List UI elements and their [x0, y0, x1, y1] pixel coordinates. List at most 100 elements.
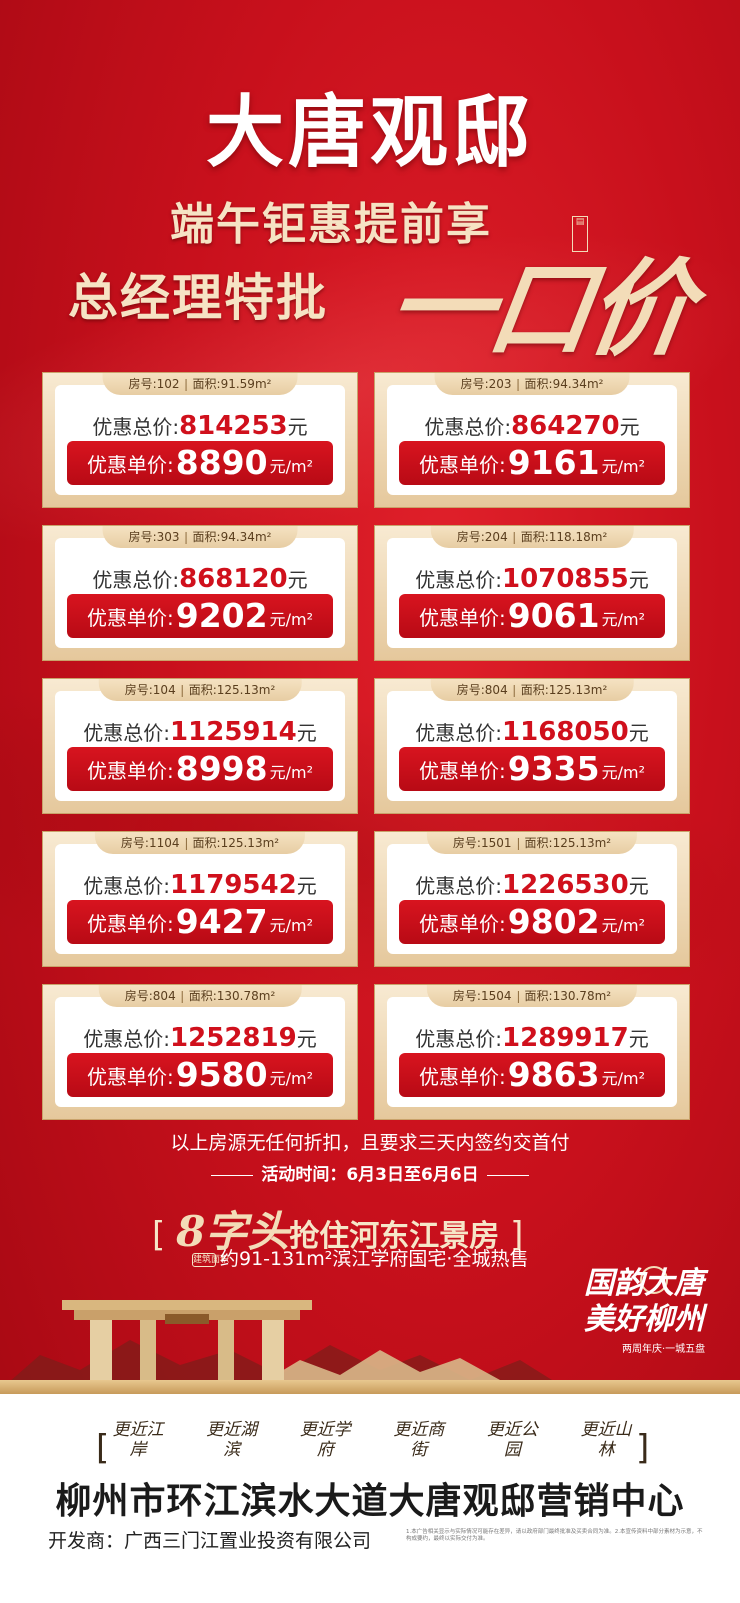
unit-suffix: 元/m² — [601, 916, 645, 935]
area-label: 面积 — [520, 683, 545, 697]
area-unit: m² — [262, 836, 280, 850]
price-card-body: 房号:303 面积:94.34m² 优惠总价:868120元 优惠单价:9202 元/m… — [55, 526, 345, 648]
area-unit: m² — [594, 836, 612, 850]
unit-value: 9580 — [175, 1055, 268, 1094]
total-value: 814253 — [179, 411, 288, 441]
unit-info-tag: 房号:1104 面积:125.13m² — [94, 832, 306, 854]
unit-suffix: 元/m² — [601, 1069, 645, 1088]
unit-label: 优惠单价: — [418, 606, 506, 630]
total-price: 优惠总价:1289917元 — [387, 1023, 677, 1053]
room-label: 房号 — [124, 683, 149, 697]
total-value: 868120 — [179, 564, 288, 594]
total-price: 优惠总价:864270元 — [387, 411, 677, 441]
price-card: 房号:1104 面积:125.13m² 优惠总价:1179542元 优惠单价:9427… — [42, 831, 358, 967]
total-label: 优惠总价: — [424, 415, 512, 439]
total-unit: 元 — [619, 415, 640, 439]
unit-info-tag: 房号:102 面积:91.59m² — [102, 373, 298, 395]
tag-separator — [513, 531, 515, 544]
area-label: 面积 — [524, 377, 549, 391]
area-label: 面积 — [520, 530, 545, 544]
room-label: 房号 — [128, 530, 153, 544]
developer: 开发商：广西三门江置业投资有限公司 — [48, 1530, 372, 1552]
feature-list: 更近江岸 更近湖滨 更近学府 更近商街 更近公园 更近山林 — [112, 1420, 632, 1460]
unit-price-bar: 优惠单价:8998 元/m² — [67, 747, 333, 791]
unit-price-bar: 优惠单价:9863 元/m² — [399, 1053, 665, 1097]
unit-price-bar: 优惠单价:9802 元/m² — [399, 900, 665, 944]
subtitle-approval: 总经理特批 — [68, 268, 328, 327]
area-unit: m² — [258, 683, 276, 697]
unit-value: 9802 — [507, 902, 600, 941]
total-label: 优惠总价: — [415, 874, 503, 898]
total-label: 优惠总价: — [83, 874, 171, 898]
total-price: 优惠总价:868120元 — [55, 564, 345, 594]
area-value: 125.13 — [552, 836, 595, 850]
price-card-body: 房号:804 面积:125.13m² 优惠总价:1168050元 优惠单价:9335 元… — [387, 679, 677, 801]
total-price: 优惠总价:1070855元 — [387, 564, 677, 594]
price-card-body: 房号:104 面积:125.13m² 优惠总价:1125914元 优惠单价:8998 元… — [55, 679, 345, 801]
area-value: 130.78 — [216, 989, 259, 1003]
tag-separator — [185, 378, 187, 391]
area-badge: 建筑面积 — [192, 1252, 230, 1267]
unit-info-tag: 房号:1504 面积:130.78m² — [426, 985, 638, 1007]
total-value: 1168050 — [502, 717, 629, 747]
area-label: 面积 — [192, 530, 217, 544]
room-number: 1104 — [148, 836, 180, 850]
unit-label: 优惠单价: — [86, 759, 174, 783]
price-card-body: 房号:1504 面积:130.78m² 优惠总价:1289917元 优惠单价:9863… — [387, 985, 677, 1107]
room-number: 1504 — [480, 989, 512, 1003]
event-time: 活动时间：6月3日至6月6日 — [0, 1160, 740, 1185]
event-time-text: 活动时间：6月3日至6月6日 — [261, 1165, 479, 1185]
calligraphy-line-1: 国韵大唐 — [584, 1266, 704, 1301]
feature-item: 更近江岸 — [112, 1420, 164, 1460]
unit-value: 8998 — [175, 749, 268, 788]
unit-suffix: 元/m² — [269, 763, 313, 782]
brush-headline: 一口价 — [380, 247, 698, 370]
room-number: 104 — [152, 683, 176, 697]
price-card: 房号:102 面积:91.59m² 优惠总价:814253元 优惠单价:8890 元/m… — [42, 372, 358, 508]
total-label: 优惠总价: — [83, 1027, 171, 1051]
unit-info-tag: 房号:203 面积:94.34m² — [434, 373, 630, 395]
room-number: 1501 — [480, 836, 512, 850]
footer: [ 更近江岸 更近湖滨 更近学府 更近商街 更近公园 更近山林 ] 柳州市环江滨… — [0, 1394, 740, 1603]
unit-info-tag: 房号:204 面积:118.18m² — [430, 526, 634, 548]
room-number: 804 — [484, 683, 508, 697]
unit-price-bar: 优惠单价:8890 元/m² — [67, 441, 333, 485]
tag-separator — [185, 837, 187, 850]
unit-label: 优惠单价: — [418, 453, 506, 477]
unit-suffix: 元/m² — [269, 457, 313, 476]
total-label: 优惠总价: — [92, 415, 180, 439]
area-label: 面积 — [192, 377, 217, 391]
room-label: 房号 — [456, 683, 481, 697]
total-label: 优惠总价: — [92, 568, 180, 592]
price-card-body: 房号:102 面积:91.59m² 优惠总价:814253元 优惠单价:8890 元/m… — [55, 373, 345, 495]
unit-price-bar: 优惠单价:9580 元/m² — [67, 1053, 333, 1097]
price-card-body: 房号:203 面积:94.34m² 优惠总价:864270元 优惠单价:9161 元/m… — [387, 373, 677, 495]
area-value: 125.13 — [220, 836, 263, 850]
total-label: 优惠总价: — [415, 568, 503, 592]
unit-price-bar: 优惠单价:9202 元/m² — [67, 594, 333, 638]
total-price: 优惠总价:1179542元 — [55, 870, 345, 900]
room-label: 房号 — [456, 530, 481, 544]
total-unit: 元 — [628, 568, 649, 592]
tag-separator — [517, 378, 519, 391]
unit-info-tag: 房号:303 面积:94.34m² — [102, 526, 298, 548]
bracket-left: [ — [152, 1215, 177, 1255]
disclaimer: 1.本广告相关显示与实际情况可能存在差异，请以政府部门最终批准及买卖合同为准。2… — [406, 1529, 703, 1542]
unit-suffix: 元/m² — [601, 457, 645, 476]
unit-label: 优惠单价: — [86, 453, 174, 477]
unit-value: 9863 — [507, 1055, 600, 1094]
feature-item: 更近商街 — [393, 1420, 445, 1460]
total-price: 优惠总价:1125914元 — [55, 717, 345, 747]
unit-label: 优惠单价: — [86, 606, 174, 630]
total-label: 优惠总价: — [415, 721, 503, 745]
room-number: 102 — [156, 377, 180, 391]
bracket-left-footer: [ — [96, 1428, 110, 1468]
tag-separator — [185, 531, 187, 544]
bracket-right-footer: ] — [636, 1428, 650, 1468]
unit-price-bar: 优惠单价:9335 元/m² — [399, 747, 665, 791]
total-label: 优惠总价: — [83, 721, 171, 745]
price-card: 房号:1504 面积:130.78m² 优惠总价:1289917元 优惠单价:9863… — [374, 984, 690, 1120]
unit-value: 9335 — [507, 749, 600, 788]
area-label: 面积 — [188, 989, 213, 1003]
room-label: 房号 — [120, 836, 145, 850]
